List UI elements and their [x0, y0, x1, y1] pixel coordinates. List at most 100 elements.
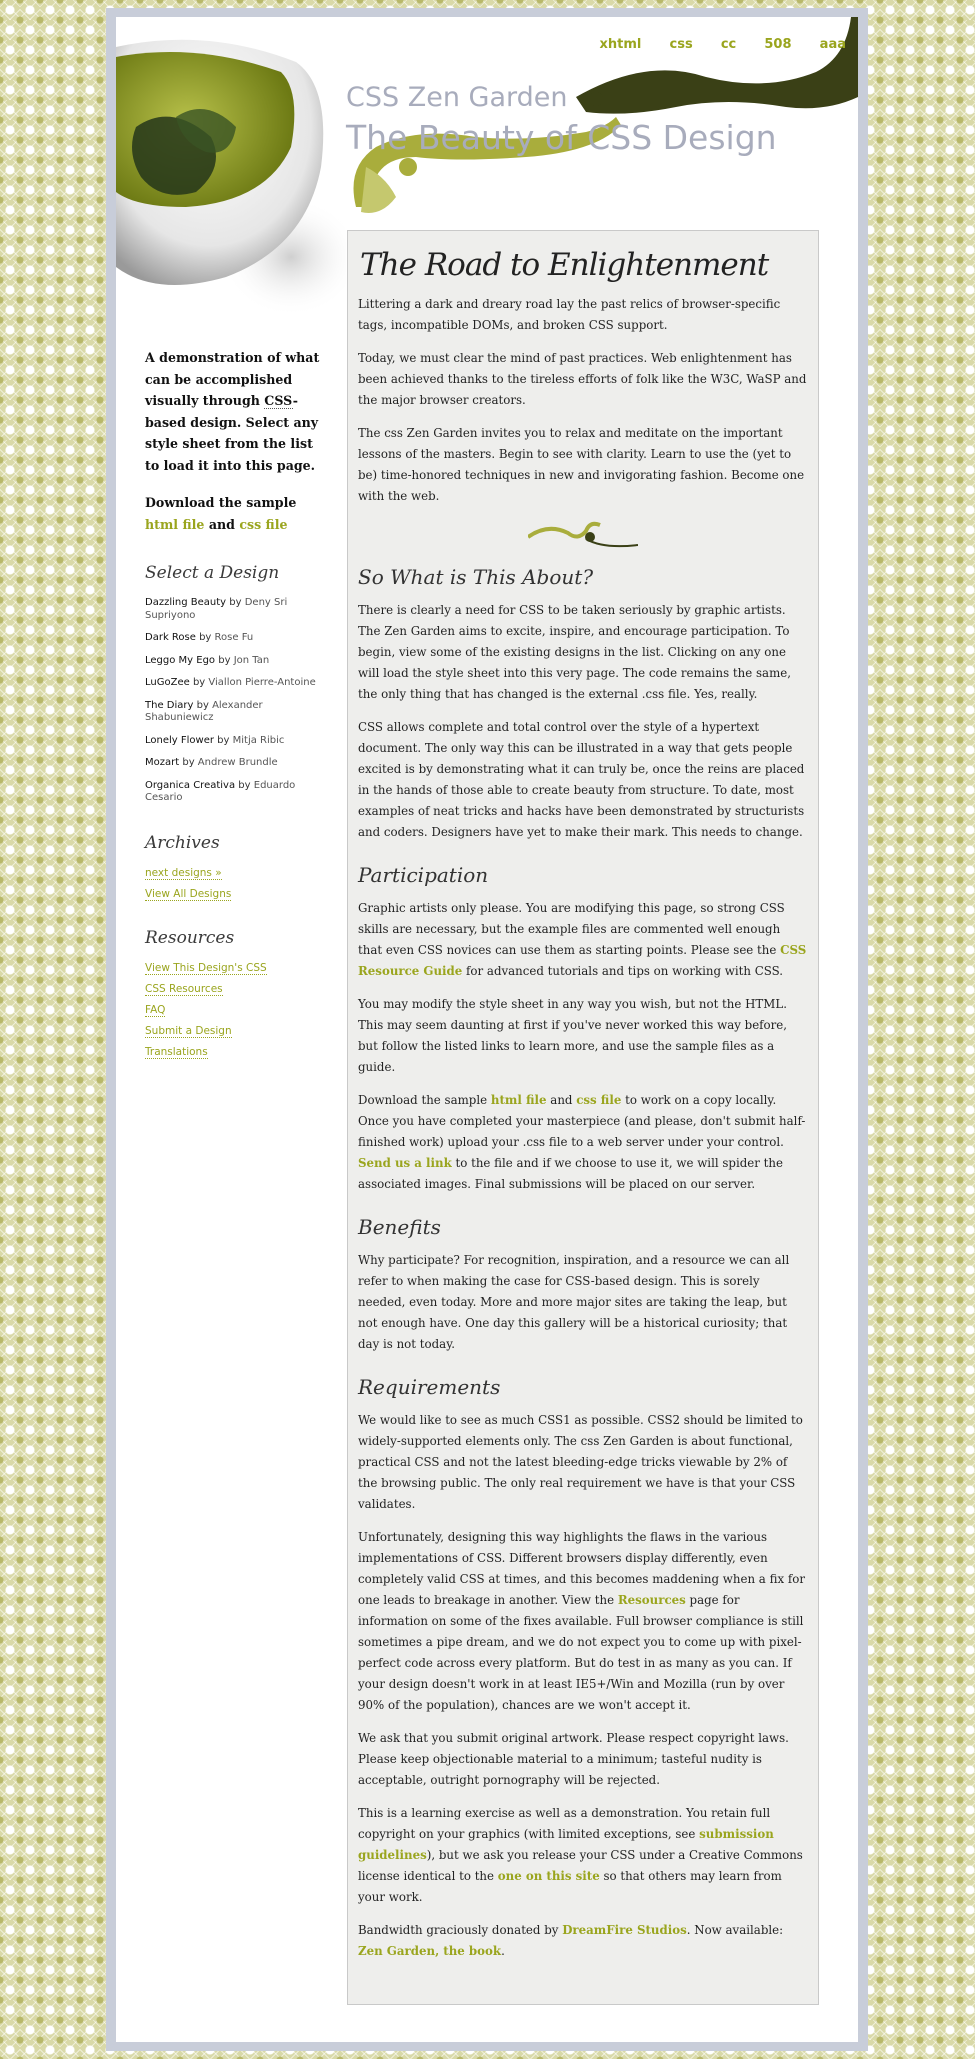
paragraph-text: and [550, 1093, 573, 1107]
nav-link-css[interactable]: css [670, 37, 693, 52]
paragraph-text: for advanced tutorials and tips on worki… [466, 964, 784, 978]
by-label: by [229, 597, 242, 608]
design-link[interactable]: Leggo My Ego [145, 655, 215, 666]
list-item: Submit a Design [145, 1024, 323, 1038]
list-item: Organica Creativa by Eduardo Cesario [145, 780, 323, 805]
about-heading: So What is This About? [358, 565, 594, 589]
design-link[interactable]: Mozart [145, 757, 179, 768]
css-abbr: CSS [264, 393, 293, 409]
nav-link-aaa[interactable]: aaa [820, 37, 846, 52]
page-frame: xhtml css cc 508 aaa CSS Zen Garden The … [106, 8, 868, 2051]
sidebar-download: Download the sample html file and css fi… [145, 492, 323, 535]
list-item: Leggo My Ego by Jon Tan [145, 655, 323, 668]
by-label: by [182, 757, 195, 768]
author-link[interactable]: Viallon Pierre-Antoine [208, 677, 315, 688]
requirements-paragraph: We ask that you submit original artwork.… [358, 1731, 789, 1787]
footer-paragraph: Bandwidth graciously donated by DreamFir… [358, 1920, 808, 1962]
translations-link[interactable]: Translations [145, 1045, 208, 1059]
list-item: LuGoZee by Viallon Pierre-Antoine [145, 677, 323, 690]
author-link[interactable]: Rose Fu [215, 632, 254, 643]
download-html-link[interactable]: html file [145, 517, 204, 532]
faq-link[interactable]: FAQ [145, 1003, 166, 1017]
author-link[interactable]: Andrew Brundle [198, 757, 278, 768]
view-all-designs-link[interactable]: View All Designs [145, 887, 232, 901]
benefits-heading: Benefits [358, 1215, 441, 1239]
paragraph-text: page for information on some of the fixe… [358, 1593, 804, 1712]
download-and: and [208, 516, 235, 532]
archives-heading: Archives [145, 832, 220, 853]
design-link[interactable]: Dark Rose [145, 632, 196, 643]
resources-link[interactable]: Resources [618, 1593, 686, 1607]
by-label: by [238, 779, 251, 791]
list-item: Dazzling Beauty by Deny Sri Supriyono [145, 597, 323, 622]
list-item: FAQ [145, 1003, 323, 1017]
license-link[interactable]: one on this site [498, 1869, 600, 1883]
intro-paragraph: Today, we must clear the mind of past pr… [358, 351, 807, 407]
by-label: by [217, 734, 230, 746]
tea-cup-illustration [116, 39, 346, 317]
list-item: next designs » [145, 866, 323, 880]
paragraph-text: Graphic artists only please. You are mod… [358, 901, 785, 957]
next-designs-link[interactable]: next designs » [145, 866, 222, 880]
participation-paragraph: You may modify the style sheet in any wa… [358, 997, 788, 1074]
requirements-heading: Requirements [358, 1375, 501, 1399]
html-file-link[interactable]: html file [491, 1093, 547, 1107]
by-label: by [218, 654, 231, 666]
list-item: CSS Resources [145, 982, 323, 996]
nav-link-xhtml[interactable]: xhtml [600, 37, 642, 52]
page-container: xhtml css cc 508 aaa CSS Zen Garden The … [116, 17, 858, 2042]
list-item: Dark Rose by Rose Fu [145, 632, 323, 645]
author-link[interactable]: Mitja Ribic [233, 735, 285, 746]
submit-design-link[interactable]: Submit a Design [145, 1024, 232, 1038]
css-resources-link[interactable]: CSS Resources [145, 982, 223, 996]
requirements-paragraph: We would like to see as much CSS1 as pos… [358, 1413, 803, 1511]
design-link[interactable]: Lonely Flower [145, 735, 214, 746]
main-content: The Road to Enlightenment Littering a da… [347, 230, 819, 2005]
by-label: by [199, 632, 212, 643]
sidebar: A demonstration of what can be accomplis… [145, 347, 323, 1067]
zen-garden-book-link[interactable]: Zen Garden, the book [358, 1944, 501, 1958]
benefits-paragraph: Why participate? For recognition, inspir… [358, 1253, 790, 1351]
send-link-link[interactable]: Send us a link [358, 1156, 452, 1170]
css-file-link[interactable]: css file [576, 1093, 621, 1107]
intro-paragraph: The css Zen Garden invites you to relax … [358, 426, 805, 503]
site-tagline: The Beauty of CSS Design [346, 118, 777, 157]
participation-paragraph: Download the sample html file and css fi… [358, 1090, 808, 1195]
nav-link-cc[interactable]: cc [721, 37, 736, 52]
standards-nav: xhtml css cc 508 aaa [576, 37, 847, 52]
resources-list: View This Design's CSS CSS Resources FAQ… [145, 961, 323, 1059]
participation-heading: Participation [358, 863, 489, 887]
by-label: by [196, 699, 209, 711]
download-css-link[interactable]: css file [239, 517, 287, 532]
about-paragraph: CSS allows complete and total control ov… [358, 720, 805, 839]
author-link[interactable]: Jon Tan [234, 655, 270, 666]
requirements-paragraph: This is a learning exercise as well as a… [358, 1803, 808, 1908]
resources-heading: Resources [145, 927, 235, 948]
download-prefix: Download the sample [145, 495, 297, 510]
nav-link-508[interactable]: 508 [764, 37, 791, 52]
sidebar-summary: A demonstration of what can be accomplis… [145, 347, 323, 476]
site-title: CSS Zen Garden [346, 82, 568, 113]
paragraph-text: . [501, 1944, 505, 1958]
design-link[interactable]: Organica Creativa [145, 780, 235, 791]
view-css-link[interactable]: View This Design's CSS [145, 961, 267, 975]
design-link[interactable]: Dazzling Beauty [145, 597, 226, 608]
by-label: by [192, 677, 206, 688]
select-design-heading: Select a Design [145, 563, 280, 583]
dreamfire-link[interactable]: DreamFire Studios [562, 1923, 687, 1937]
flourish-divider [528, 521, 638, 548]
design-list: Dazzling Beauty by Deny Sri Supriyono Da… [145, 597, 323, 805]
design-link[interactable]: LuGoZee [145, 677, 190, 688]
archives-list: next designs » View All Designs [145, 866, 323, 901]
list-item: View All Designs [145, 887, 323, 901]
list-item: Lonely Flower by Mitja Ribic [145, 735, 323, 748]
intro-heading: The Road to Enlightenment [360, 247, 769, 283]
list-item: The Diary by Alexander Shabuniewicz [145, 700, 323, 725]
design-link[interactable]: The Diary [145, 700, 193, 711]
list-item: Translations [145, 1045, 323, 1059]
paragraph-text: Download the sample [358, 1093, 488, 1107]
list-item: Mozart by Andrew Brundle [145, 757, 323, 770]
requirements-paragraph: Unfortunately, designing this way highli… [358, 1527, 808, 1716]
paragraph-text: . Now available: [686, 1923, 784, 1937]
paragraph-text: Bandwidth graciously donated by [358, 1923, 559, 1937]
